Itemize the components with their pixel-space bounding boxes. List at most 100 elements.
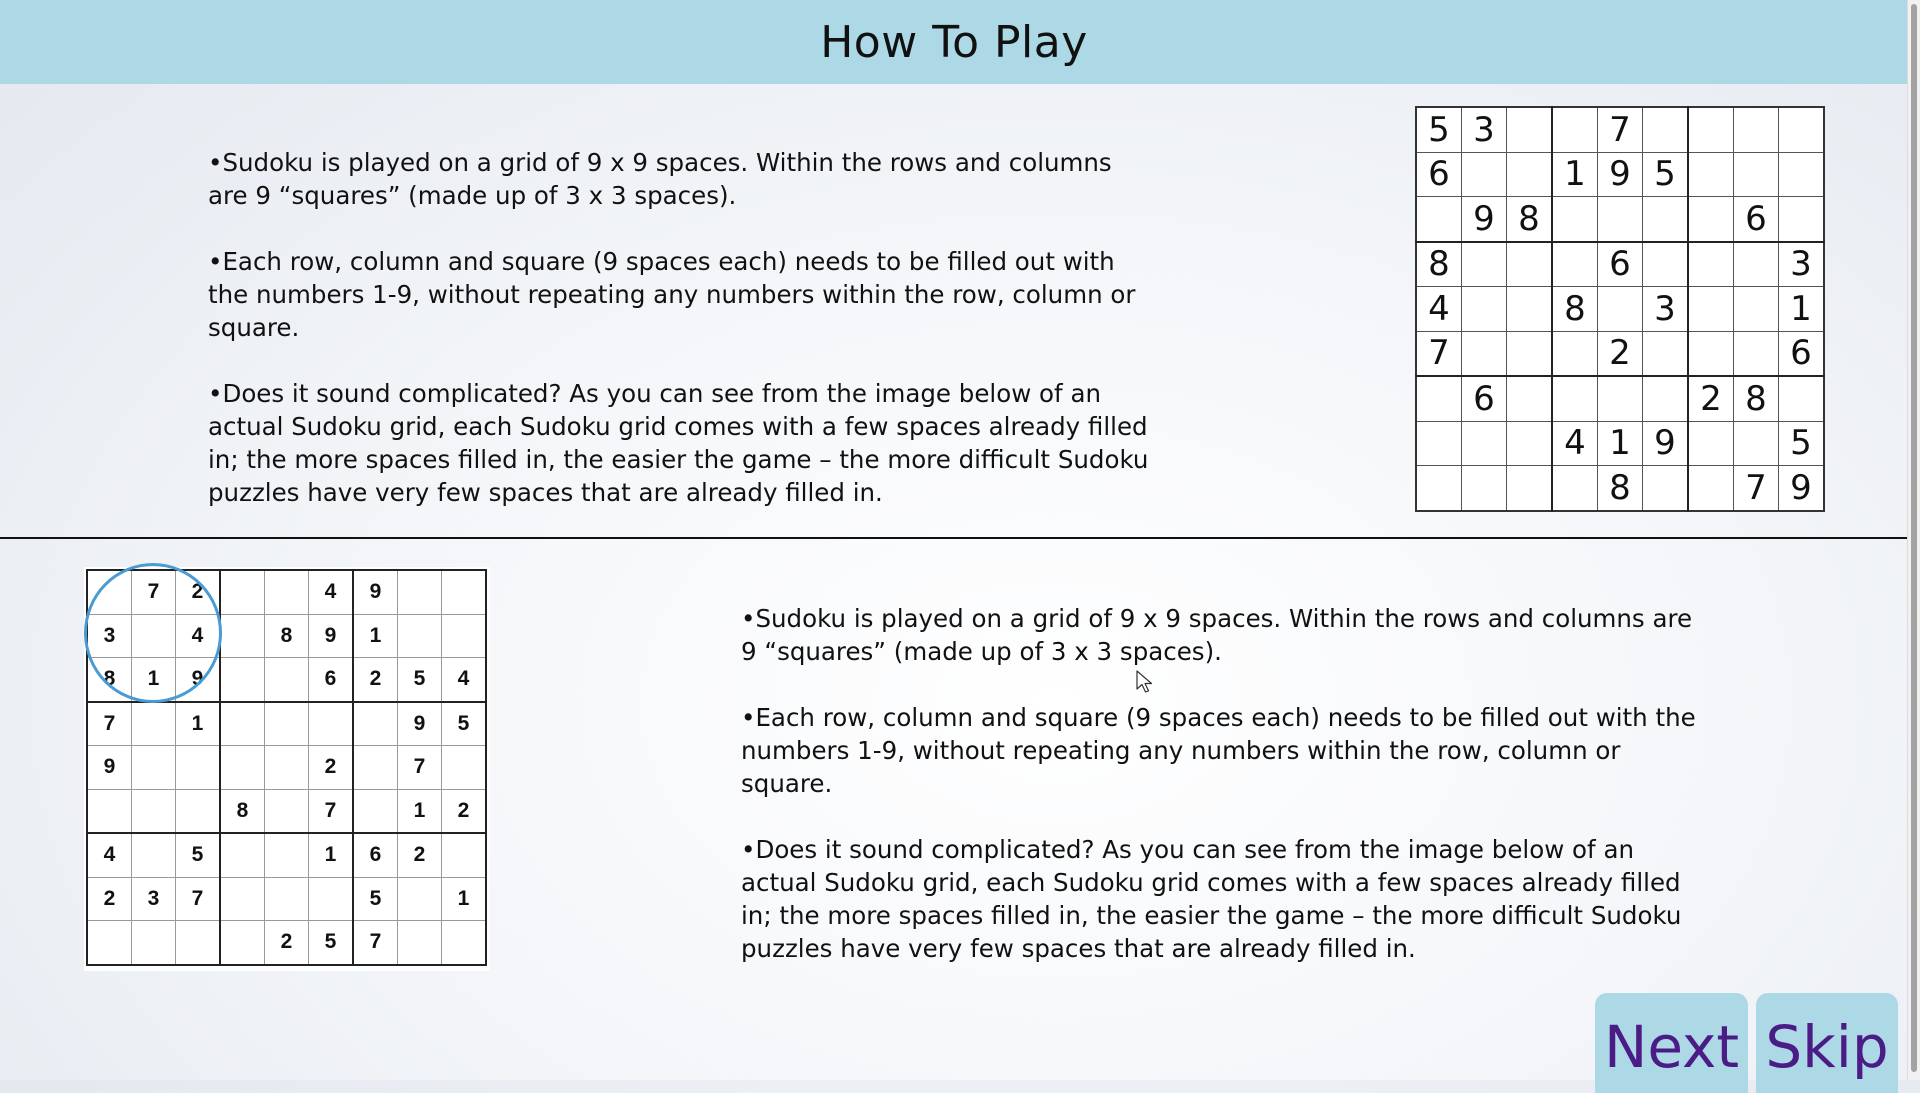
grid-cell: 2 [1687,375,1734,422]
grid-cell: 1 [1778,286,1825,332]
grid-cell [1687,286,1734,332]
grid-row: 257 [86,920,487,965]
grid-cell: 5 [397,657,442,703]
grid-cell: 9 [86,745,132,790]
grid-row: 53 7 [1415,106,1825,153]
grid-row: 7 2 6 [1415,330,1825,377]
grid-cell [1461,465,1507,511]
grid-cell [308,701,354,746]
grid-cell: 6 [1733,196,1779,243]
grid-cell: 4 [441,657,487,703]
grid-cell [1506,241,1553,287]
grid-cell: 1 [397,788,442,834]
grid-cell: 7 [308,788,354,834]
grid-cell [1506,330,1553,377]
grid-cell [1415,196,1462,243]
grid-cell: 1 [308,832,354,878]
instruction-paragraph: •Each row, column and square (9 spaces e… [741,703,1696,798]
grid-cell [1551,241,1598,287]
instruction-paragraph: •Sudoku is played on a grid of 9 x 9 spa… [208,148,1112,210]
grid-cell [1551,375,1598,422]
grid-cell [1733,286,1779,332]
sudoku-highlight-grid-frame: 7249348918196254719592787124516223751257 [84,567,490,971]
next-button[interactable]: Next [1595,993,1748,1093]
scrollbar-thumb[interactable] [1911,4,1917,1072]
grid-cell: 4 [1415,286,1462,332]
grid-cell: 2 [397,832,442,878]
grid-cell: 8 [1551,286,1598,332]
grid-cell [1506,375,1553,422]
page-title: How To Play [820,16,1088,68]
grid-cell: 3 [1461,106,1507,153]
grid-cell: 7 [131,569,176,615]
grid-cell [441,920,487,965]
grid-cell [131,832,176,878]
grid-cell: 9 [397,701,442,746]
grid-cell [441,569,487,615]
grid-row: 4 83 1 [1415,286,1825,332]
grid-cell [219,569,265,615]
grid-cell [1461,286,1507,332]
grid-cell: 7 [175,876,221,921]
grid-row: 72 49 [86,569,487,615]
grid-cell: 8 [86,657,132,703]
grid-cell: 8 [264,613,309,658]
grid-row: 6 195 [1415,151,1825,197]
grid-cell [264,745,309,790]
grid-cell: 9 [352,569,398,615]
vertical-scrollbar[interactable] [1907,0,1920,1080]
grid-cell [441,745,487,790]
grid-row: 419 5 [1415,420,1825,466]
grid-cell [1687,330,1734,377]
grid-cell [1461,151,1507,197]
grid-cell [1687,241,1734,287]
grid-cell [1642,465,1689,511]
grid-cell [1733,330,1779,377]
grid-cell [1687,106,1734,153]
grid-row: 6 28 [1415,375,1825,422]
grid-cell: 6 [1778,330,1825,377]
grid-row: 45 162 [86,832,487,878]
grid-cell: 6 [352,832,398,878]
grid-cell: 8 [219,788,265,834]
instruction-paragraph: •Each row, column and square (9 spaces e… [208,247,1136,342]
skip-button[interactable]: Skip [1756,993,1898,1093]
grid-cell [397,613,442,658]
grid-cell [1415,375,1462,422]
grid-cell: 7 [1597,106,1643,153]
grid-cell: 9 [1461,196,1507,243]
grid-row: 237 51 [86,876,487,921]
grid-cell: 7 [1415,330,1462,377]
grid-cell [1506,106,1553,153]
grid-cell [219,832,265,878]
grid-row: 819 6254 [86,657,487,703]
grid-cell [175,788,221,834]
grid-cell [1687,465,1734,511]
sudoku-highlight-grid: 7249348918196254719592787124516223751257 [86,569,487,966]
grid-cell: 4 [308,569,354,615]
grid-row: 9 27 [86,745,487,790]
grid-cell: 5 [352,876,398,921]
grid-cell: 5 [441,701,487,746]
grid-cell [308,876,354,921]
grid-row: 71 95 [86,701,487,746]
grid-cell [264,569,309,615]
grid-cell [1687,196,1734,243]
grid-cell: 2 [264,920,309,965]
grid-cell [1506,420,1553,466]
grid-cell [1642,241,1689,287]
grid-cell [131,701,176,746]
grid-cell: 8 [1415,241,1462,287]
grid-cell: 5 [175,832,221,878]
grid-cell [397,920,442,965]
grid-cell: 6 [1597,241,1643,287]
grid-cell: 5 [1778,420,1825,466]
grid-cell: 9 [1642,420,1689,466]
grid-cell: 1 [175,701,221,746]
grid-cell: 4 [86,832,132,878]
grid-cell: 1 [441,876,487,921]
grid-cell [175,745,221,790]
grid-cell [1733,106,1779,153]
grid-cell [352,745,398,790]
grid-cell: 9 [308,613,354,658]
